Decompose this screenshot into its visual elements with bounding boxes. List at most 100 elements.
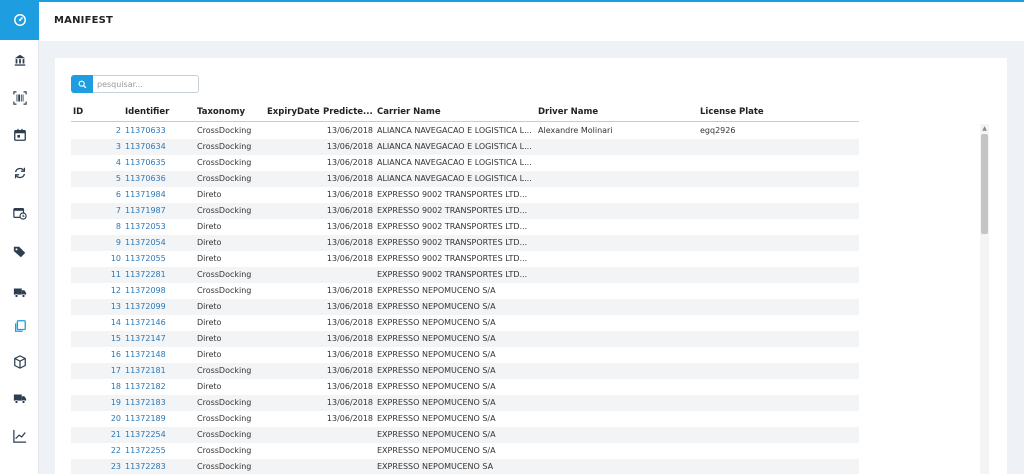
column-header-driver-name[interactable]: Driver Name	[538, 107, 698, 117]
search-input[interactable]	[93, 75, 199, 93]
cell-carrier-name: EXPRESSO 9002 TRANSPORTES LTD...	[377, 238, 528, 247]
cell-taxonomy: CrossDocking	[197, 126, 252, 135]
cell-identifier[interactable]: 11372189	[125, 414, 193, 423]
sidebar-item-manifest[interactable]	[0, 306, 39, 346]
column-header-id[interactable]: ID	[73, 107, 113, 117]
cell-identifier[interactable]: 11372148	[125, 350, 193, 359]
table-row[interactable]: 12 11372098 CrossDocking 13/06/2018 EXPRESSO…	[71, 283, 859, 299]
table-row[interactable]: 23 11372283 CrossDocking EXPRESSO NEPOMUCEN…	[71, 459, 859, 474]
cell-id[interactable]: 5	[73, 174, 121, 183]
sidebar-item-bank[interactable]	[0, 40, 39, 80]
cell-id[interactable]: 20	[73, 414, 121, 423]
sidebar-item-barcode[interactable]	[0, 78, 39, 118]
cell-identifier[interactable]: 11372183	[125, 398, 193, 407]
vertical-scrollbar[interactable]: ▲	[980, 124, 989, 474]
cell-identifier[interactable]: 11372053	[125, 222, 193, 231]
cell-id[interactable]: 4	[73, 158, 121, 167]
cell-id[interactable]: 16	[73, 350, 121, 359]
table-row[interactable]: 7 11371987 CrossDocking 13/06/2018 EXPRESSO …	[71, 203, 859, 219]
table-header: ID Identifier Taxonomy ExpiryDate Predic…	[71, 106, 859, 122]
table-row[interactable]: 3 11370634 CrossDocking 13/06/2018 ALIANCA N…	[71, 139, 859, 155]
table-row[interactable]: 17 11372181 CrossDocking 13/06/2018 EXPRESSO…	[71, 363, 859, 379]
column-header-predicted[interactable]: Predicte...	[323, 107, 375, 117]
cell-identifier[interactable]: 11372147	[125, 334, 193, 343]
cell-taxonomy: Direto	[197, 254, 222, 263]
cell-id[interactable]: 9	[73, 238, 121, 247]
table-row[interactable]: 9 11372054 Direto 13/06/2018 EXPRESSO 9002 T…	[71, 235, 859, 251]
table-row[interactable]: 13 11372099 Direto 13/06/2018 EXPRESSO NEPOM…	[71, 299, 859, 315]
cell-identifier[interactable]: 11372098	[125, 286, 193, 295]
table-row[interactable]: 22 11372255 CrossDocking EXPRESSO NEPOMUCEN…	[71, 443, 859, 459]
cell-id[interactable]: 7	[73, 206, 121, 215]
cell-taxonomy: Direto	[197, 350, 222, 359]
cell-carrier-name: ALIANCA NAVEGACAO E LOGISTICA L...	[377, 142, 532, 151]
cell-identifier[interactable]: 11372054	[125, 238, 193, 247]
cell-identifier[interactable]: 11372055	[125, 254, 193, 263]
column-header-identifier[interactable]: Identifier	[125, 107, 193, 117]
cell-identifier[interactable]: 11372255	[125, 446, 193, 455]
search-button[interactable]	[71, 75, 93, 93]
sidebar-item-tags[interactable]	[0, 232, 39, 272]
cell-id[interactable]: 17	[73, 366, 121, 375]
cell-identifier[interactable]: 11372283	[125, 462, 193, 471]
table-row[interactable]: 19 11372183 CrossDocking 13/06/2018 EXPRESSO…	[71, 395, 859, 411]
table-row[interactable]: 21 11372254 CrossDocking EXPRESSO NEPOMUCEN…	[71, 427, 859, 443]
table-row[interactable]: 14 11372146 Direto 13/06/2018 EXPRESSO NEPOM…	[71, 315, 859, 331]
cell-id[interactable]: 2	[73, 126, 121, 135]
sidebar-item-schedule[interactable]	[0, 193, 39, 233]
table-row[interactable]: 20 11372189 CrossDocking 13/06/2018 EXPRESSO…	[71, 411, 859, 427]
cell-identifier[interactable]: 11372182	[125, 382, 193, 391]
cell-identifier[interactable]: 11371987	[125, 206, 193, 215]
cell-identifier[interactable]: 11370634	[125, 142, 193, 151]
sidebar-item-sync[interactable]	[0, 153, 39, 193]
column-header-taxonomy[interactable]: Taxonomy	[197, 107, 265, 117]
cell-identifier[interactable]: 11372254	[125, 430, 193, 439]
cell-identifier[interactable]: 11371984	[125, 190, 193, 199]
cell-predicted: 13/06/2018	[326, 334, 373, 343]
sidebar-item-more[interactable]	[0, 450, 39, 474]
cell-id[interactable]: 15	[73, 334, 121, 343]
table-row[interactable]: 4 11370635 CrossDocking 13/06/2018 ALIANCA N…	[71, 155, 859, 171]
cell-identifier[interactable]: 11370633	[125, 126, 193, 135]
cell-id[interactable]: 18	[73, 382, 121, 391]
sidebar-item-calendar[interactable]	[0, 115, 39, 155]
cell-identifier[interactable]: 11372281	[125, 270, 193, 279]
sidebar-item-dashboard[interactable]	[0, 0, 39, 40]
cell-id[interactable]: 3	[73, 142, 121, 151]
cell-id[interactable]: 10	[73, 254, 121, 263]
scrollbar-thumb[interactable]	[981, 134, 988, 234]
cell-id[interactable]: 14	[73, 318, 121, 327]
cell-identifier[interactable]: 11370636	[125, 174, 193, 183]
table-row[interactable]: 11 11372281 CrossDocking EXPRESSO 9002 TRAN…	[71, 267, 859, 283]
table-row[interactable]: 15 11372147 Direto 13/06/2018 EXPRESSO NEPOM…	[71, 331, 859, 347]
table-row[interactable]: 8 11372053 Direto 13/06/2018 EXPRESSO 9002 T…	[71, 219, 859, 235]
cell-identifier[interactable]: 11372099	[125, 302, 193, 311]
table-row[interactable]: 10 11372055 Direto 13/06/2018 EXPRESSO 9002 …	[71, 251, 859, 267]
column-header-license-plate[interactable]: License Plate	[700, 107, 820, 117]
cell-id[interactable]: 13	[73, 302, 121, 311]
cell-id[interactable]: 22	[73, 446, 121, 455]
sidebar-item-package[interactable]	[0, 342, 39, 382]
cell-id[interactable]: 8	[73, 222, 121, 231]
cell-identifier[interactable]: 11372181	[125, 366, 193, 375]
dashboard-gauge-icon	[13, 14, 26, 26]
table-row[interactable]: 2 11370633 CrossDocking 13/06/2018 ALIANCA N…	[71, 123, 859, 139]
cell-id[interactable]: 6	[73, 190, 121, 199]
cell-id[interactable]: 23	[73, 462, 121, 471]
cell-identifier[interactable]: 11372146	[125, 318, 193, 327]
table-row[interactable]: 6 11371984 Direto 13/06/2018 EXPRESSO 9002 T…	[71, 187, 859, 203]
column-header-carrier-name[interactable]: Carrier Name	[377, 107, 537, 117]
scroll-up-arrow-icon[interactable]: ▲	[981, 126, 988, 132]
cell-id[interactable]: 11	[73, 270, 121, 279]
sidebar-item-delivery[interactable]	[0, 378, 39, 418]
cell-id[interactable]: 21	[73, 430, 121, 439]
cell-carrier-name: EXPRESSO 9002 TRANSPORTES LTD...	[377, 270, 528, 279]
cell-identifier[interactable]: 11370635	[125, 158, 193, 167]
column-header-expiry-date[interactable]: ExpiryDate	[267, 107, 321, 117]
table-row[interactable]: 16 11372148 Direto 13/06/2018 EXPRESSO NEPOM…	[71, 347, 859, 363]
table-row[interactable]: 18 11372182 Direto 13/06/2018 EXPRESSO NEPOM…	[71, 379, 859, 395]
cell-id[interactable]: 12	[73, 286, 121, 295]
cell-id[interactable]: 19	[73, 398, 121, 407]
manifest-panel: ID Identifier Taxonomy ExpiryDate Predic…	[55, 58, 1007, 474]
table-row[interactable]: 5 11370636 CrossDocking 13/06/2018 ALIANCA N…	[71, 171, 859, 187]
